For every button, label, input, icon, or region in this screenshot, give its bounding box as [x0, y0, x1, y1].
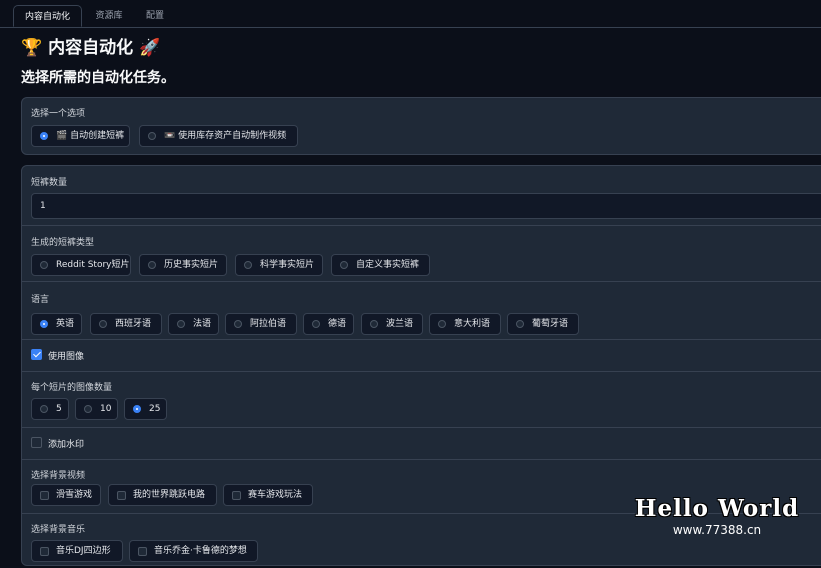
- page-subtitle: 选择所需的自动化任务。: [21, 70, 175, 86]
- language-option-arabic[interactable]: 阿拉伯语: [225, 313, 297, 335]
- short-type-option-reddit[interactable]: Reddit Story短片: [31, 254, 131, 276]
- language-option-italian[interactable]: 意大利语: [429, 313, 501, 335]
- page-title: 🏆 内容自动化 🚀: [21, 38, 161, 58]
- images-per-short-section: 每个短片的图像数量 5 10 25: [22, 371, 821, 428]
- radio-unselected-icon: [177, 320, 185, 328]
- option-label: 英语: [56, 319, 75, 329]
- mode-label: 选择一个选项: [31, 109, 86, 119]
- language-option-french[interactable]: 法语: [168, 313, 219, 335]
- radio-unselected-icon: [40, 405, 48, 413]
- mode-option-stock-video[interactable]: 📼 使用库存资产自动制作视频: [139, 125, 298, 147]
- radio-unselected-icon: [370, 320, 378, 328]
- tab-asset-library[interactable]: 资源库: [86, 5, 132, 27]
- option-label: 音乐乔金·卡鲁德的梦想: [154, 546, 247, 556]
- add-watermark-label: 添加水印: [48, 440, 85, 450]
- option-label: 葡萄牙语: [532, 319, 569, 329]
- option-label: 赛车游戏玩法: [248, 490, 303, 500]
- radio-unselected-icon: [40, 261, 48, 269]
- use-images-label: 使用图像: [48, 352, 85, 362]
- language-option-polish[interactable]: 波兰语: [361, 313, 423, 335]
- short-type-option-history[interactable]: 历史事实短片: [139, 254, 227, 276]
- add-watermark-checkbox[interactable]: [31, 437, 42, 448]
- radio-unselected-icon: [234, 320, 242, 328]
- option-label: 5: [56, 404, 62, 414]
- checkbox-icon: [232, 491, 241, 500]
- radio-unselected-icon: [516, 320, 524, 328]
- count-label: 短裤数量: [31, 178, 68, 188]
- radio-selected-icon: [133, 405, 141, 413]
- bg-video-option-minecraft[interactable]: 我的世界跳跃电路: [108, 484, 217, 506]
- option-label: 音乐DJ四边形: [56, 546, 111, 556]
- bg-video-section: 选择背景视频 滑雪游戏 我的世界跳跃电路 赛车游戏玩法: [22, 459, 821, 514]
- short-type-section: 生成的短裤类型 Reddit Story短片 历史事实短片 科学事实短片 自定义…: [22, 225, 821, 282]
- tab-configuration[interactable]: 配置: [136, 5, 174, 27]
- bg-video-option-racing[interactable]: 赛车游戏玩法: [223, 484, 313, 506]
- use-images-checkbox[interactable]: [31, 349, 42, 360]
- option-label: Reddit Story短片: [56, 260, 130, 270]
- option-label: 10: [100, 404, 112, 414]
- images-option-25[interactable]: 25: [124, 398, 167, 420]
- use-images-section: 使用图像: [22, 339, 821, 372]
- language-label: 语言: [31, 295, 50, 305]
- option-label: 滑雪游戏: [56, 490, 93, 500]
- count-input[interactable]: 1: [31, 193, 821, 219]
- option-label: 🎬 自动创建短裤: [56, 131, 125, 141]
- option-label: 科学事实短片: [260, 260, 315, 270]
- bg-video-label: 选择背景视频: [31, 471, 86, 481]
- short-type-label: 生成的短裤类型: [31, 238, 95, 248]
- language-option-spanish[interactable]: 西班牙语: [90, 313, 162, 335]
- settings-panel: 短裤数量 1 生成的短裤类型 Reddit Story短片 历史事实短片 科学事…: [21, 165, 821, 566]
- short-type-option-custom[interactable]: 自定义事实短裤: [331, 254, 430, 276]
- option-label: 波兰语: [386, 319, 414, 329]
- mode-option-auto-shorts[interactable]: 🎬 自动创建短裤: [31, 125, 130, 147]
- radio-selected-icon: [40, 132, 48, 140]
- option-label: 意大利语: [454, 319, 491, 329]
- language-section: 语言 英语 西班牙语 法语 阿拉伯语 德语 波兰语 意大利语 葡萄牙语: [22, 281, 821, 340]
- option-label: 25: [149, 404, 161, 414]
- mode-panel: 选择一个选项 🎬 自动创建短裤 📼 使用库存资产自动制作视频: [21, 97, 821, 155]
- radio-unselected-icon: [148, 132, 156, 140]
- radio-unselected-icon: [244, 261, 252, 269]
- bg-music-section: 选择背景音乐 音乐DJ四边形 音乐乔金·卡鲁德的梦想: [22, 513, 821, 568]
- bg-video-option-skiing[interactable]: 滑雪游戏: [31, 484, 101, 506]
- radio-unselected-icon: [438, 320, 446, 328]
- radio-unselected-icon: [84, 405, 92, 413]
- option-label: 我的世界跳跃电路: [133, 490, 206, 500]
- option-label: 西班牙语: [115, 319, 152, 329]
- add-watermark-section: 添加水印: [22, 427, 821, 460]
- checkbox-icon: [117, 491, 126, 500]
- option-label: 法语: [193, 319, 212, 329]
- images-option-5[interactable]: 5: [31, 398, 69, 420]
- radio-unselected-icon: [340, 261, 348, 269]
- language-option-german[interactable]: 德语: [303, 313, 354, 335]
- option-label: 📼 使用库存资产自动制作视频: [164, 131, 287, 141]
- option-label: 德语: [328, 319, 347, 329]
- count-section: 短裤数量 1: [22, 166, 821, 225]
- option-label: 历史事实短片: [164, 260, 219, 270]
- short-type-option-science[interactable]: 科学事实短片: [235, 254, 323, 276]
- bg-music-option-dj[interactable]: 音乐DJ四边形: [31, 540, 123, 562]
- radio-unselected-icon: [99, 320, 107, 328]
- bg-music-label: 选择背景音乐: [31, 525, 86, 535]
- option-label: 阿拉伯语: [250, 319, 287, 329]
- language-option-portuguese[interactable]: 葡萄牙语: [507, 313, 579, 335]
- checkbox-icon: [40, 491, 49, 500]
- tab-bar: 内容自动化 资源库 配置: [0, 0, 821, 28]
- bg-music-option-dream[interactable]: 音乐乔金·卡鲁德的梦想: [129, 540, 258, 562]
- radio-selected-icon: [40, 320, 48, 328]
- images-per-short-label: 每个短片的图像数量: [31, 383, 113, 393]
- radio-unselected-icon: [312, 320, 320, 328]
- images-option-10[interactable]: 10: [75, 398, 118, 420]
- language-option-english[interactable]: 英语: [31, 313, 82, 335]
- checkbox-icon: [40, 547, 49, 556]
- radio-unselected-icon: [148, 261, 156, 269]
- checkbox-icon: [138, 547, 147, 556]
- tab-content-automation[interactable]: 内容自动化: [13, 5, 82, 27]
- option-label: 自定义事实短裤: [356, 260, 420, 270]
